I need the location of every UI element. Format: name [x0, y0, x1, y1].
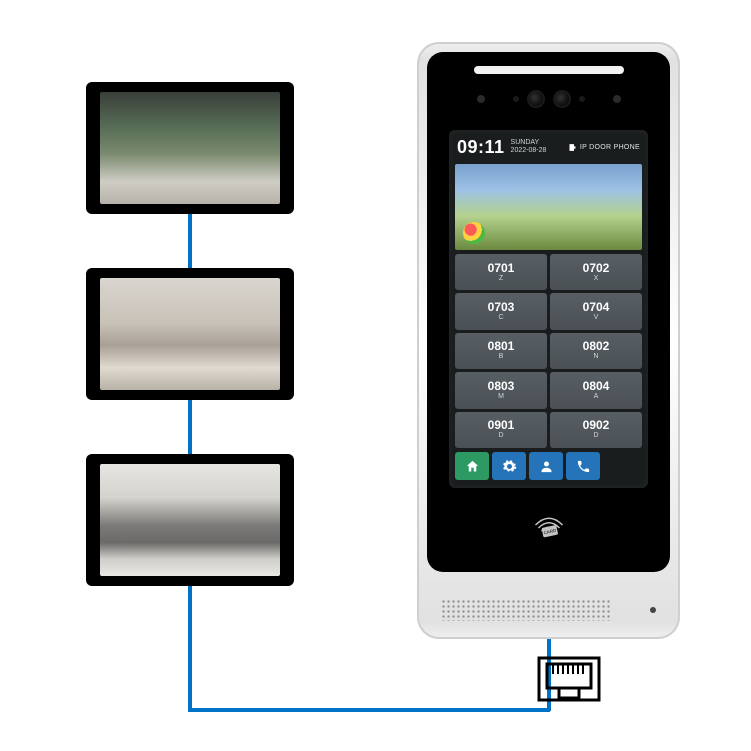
contacts-button[interactable]	[529, 452, 563, 480]
microphone-icon	[650, 607, 656, 613]
speaker-grille-icon	[441, 599, 611, 621]
unit-0902[interactable]: 0902D	[550, 412, 642, 448]
ir-led-icon	[513, 96, 519, 102]
monitor-screen	[100, 92, 280, 204]
wallpaper	[455, 164, 642, 250]
device-label: IP DOOR PHONE	[568, 143, 640, 152]
ethernet-port-icon	[537, 656, 601, 712]
date: SUNDAY 2022-08-28	[511, 139, 547, 155]
clock: 09:11	[457, 137, 505, 158]
unit-0701[interactable]: 0701Z	[455, 254, 547, 290]
indoor-monitor-lounge	[86, 454, 294, 586]
network-line-horizontal	[188, 708, 550, 712]
unit-0803[interactable]: 0803M	[455, 372, 547, 408]
sensor-left-icon	[477, 95, 485, 103]
call-button[interactable]	[566, 452, 600, 480]
ir-led-icon	[579, 96, 585, 102]
status-bar: 09:11 SUNDAY 2022-08-28 IP DOOR PHONE	[449, 130, 648, 164]
sensor-right-icon	[613, 95, 621, 103]
person-icon	[539, 459, 554, 474]
camera-row	[427, 90, 670, 108]
unit-0704[interactable]: 0704V	[550, 293, 642, 329]
unit-0901[interactable]: 0901D	[455, 412, 547, 448]
gear-icon	[502, 459, 517, 474]
unit-0702[interactable]: 0702X	[550, 254, 642, 290]
indoor-monitor-lobby	[86, 82, 294, 214]
rfid-reader-icon: CARD	[531, 513, 567, 548]
indoor-monitor-living-room	[86, 268, 294, 400]
monitor-screen	[100, 464, 280, 576]
toolbar	[455, 452, 642, 482]
unit-0804[interactable]: 0804A	[550, 372, 642, 408]
phone-icon	[576, 459, 591, 474]
touchscreen[interactable]: 09:11 SUNDAY 2022-08-28 IP DOOR PHONE 07…	[449, 130, 648, 488]
unit-0801[interactable]: 0801B	[455, 333, 547, 369]
speaker-slot	[474, 66, 624, 74]
camera-cluster	[513, 90, 585, 108]
door-icon	[568, 143, 577, 152]
home-button[interactable]	[455, 452, 489, 480]
camera-lens-icon	[527, 90, 545, 108]
speaker-area	[441, 595, 656, 625]
monitor-screen	[100, 278, 280, 390]
unit-directory: 0701Z 0702X 0703C 0704V 0801B 0802N 0803…	[449, 254, 648, 448]
settings-button[interactable]	[492, 452, 526, 480]
camera-lens-icon	[553, 90, 571, 108]
door-phone-face: 09:11 SUNDAY 2022-08-28 IP DOOR PHONE 07…	[427, 52, 670, 572]
home-icon	[465, 459, 480, 474]
door-phone-unit: 09:11 SUNDAY 2022-08-28 IP DOOR PHONE 07…	[417, 42, 680, 639]
unit-0703[interactable]: 0703C	[455, 293, 547, 329]
unit-0802[interactable]: 0802N	[550, 333, 642, 369]
